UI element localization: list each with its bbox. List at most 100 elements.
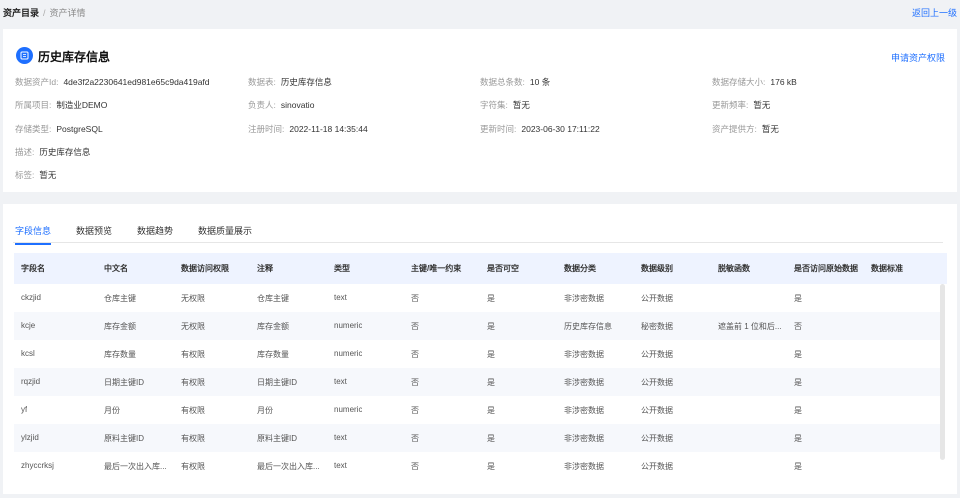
- column-header: 是否可空: [487, 264, 519, 273]
- field-size: 数据存储大小: 176 kB: [712, 76, 797, 88]
- cell-data-level: 公开数据: [641, 462, 673, 471]
- cell-primary-key: 否: [411, 406, 419, 415]
- cell-data-category: 非涉密数据: [564, 378, 604, 387]
- cell-type: numeric: [334, 321, 363, 330]
- field-value: 2022-11-18 14:35:44: [289, 124, 368, 134]
- cell-data-level: 公开数据: [641, 378, 673, 387]
- cell-field-name: zhyccrksj: [21, 461, 54, 470]
- cell-data-category: 历史库存信息: [564, 322, 612, 331]
- cell-access-permission: 无权限: [181, 294, 205, 303]
- field-value: PostgreSQL: [56, 124, 103, 134]
- tab-data-preview[interactable]: 数据预览: [76, 224, 112, 243]
- field-label: 数据存储大小:: [712, 77, 766, 87]
- cell-nullable: 是: [487, 462, 495, 471]
- field-value: 历史库存信息: [280, 77, 332, 87]
- cell-raw-access: 是: [794, 406, 802, 415]
- cell-nullable: 是: [487, 434, 495, 443]
- cell-primary-key: 否: [411, 322, 419, 331]
- table-row[interactable]: zhyccrksj 最后一次出入库... 有权限 最后一次出入库... text 否 是 非涉…: [14, 452, 940, 480]
- cell-type: text: [334, 293, 347, 302]
- field-label: 所属项目:: [15, 100, 52, 110]
- field-value: 暂无: [512, 100, 530, 110]
- cell-raw-access: 是: [794, 294, 802, 303]
- table-row[interactable]: kcsl 库存数量 有权限 库存数量 numeric 否 是 非涉密数据 公开数据 是: [14, 340, 940, 368]
- cell-type: text: [334, 461, 347, 470]
- breadcrumb-current: 资产详情: [49, 8, 86, 18]
- tab-data-quality[interactable]: 数据质量展示: [198, 224, 252, 243]
- cell-comment: 最后一次出入库...: [257, 462, 320, 471]
- table-scrollbar[interactable]: [940, 284, 945, 460]
- tab-data-trend[interactable]: 数据趋势: [137, 224, 173, 243]
- cell-comment: 原料主键ID: [257, 434, 297, 443]
- column-header: 数据访问权限: [181, 264, 229, 273]
- cell-data-level: 公开数据: [641, 294, 673, 303]
- column-header: 数据标准: [871, 264, 903, 273]
- field-label: 资产提供方:: [712, 124, 757, 134]
- table-row[interactable]: yf 月份 有权限 月份 numeric 否 是 非涉密数据 公开数据 是: [14, 396, 940, 424]
- field-owner: 负责人: sinovatio: [248, 99, 314, 111]
- field-table: 数据表: 历史库存信息: [248, 76, 332, 88]
- cell-comment: 库存数量: [257, 350, 289, 359]
- column-header: 数据分类: [564, 264, 596, 273]
- field-provider: 资产提供方: 暂无: [712, 123, 779, 135]
- field-label: 负责人:: [248, 100, 276, 110]
- cell-type: text: [334, 377, 347, 386]
- cell-chinese-name: 原料主键ID: [104, 434, 144, 443]
- field-label: 标签:: [15, 170, 35, 180]
- cell-access-permission: 有权限: [181, 350, 205, 359]
- column-header: 是否访问原始数据: [794, 264, 858, 273]
- field-value: 制造业DEMO: [56, 100, 108, 110]
- back-link[interactable]: 返回上一级: [912, 6, 957, 19]
- field-charset: 字符集: 暂无: [480, 99, 530, 111]
- cell-data-level: 公开数据: [641, 406, 673, 415]
- field-value: sinovatio: [280, 100, 315, 110]
- field-updated: 更新时间: 2023-06-30 17:11:22: [480, 123, 600, 135]
- table-row[interactable]: kcje 库存金额 无权限 库存金额 numeric 否 是 历史库存信息 秘密数据 遮盖前 1 …: [14, 312, 940, 340]
- field-label: 数据总条数:: [480, 77, 525, 87]
- cell-comment: 库存金额: [257, 322, 289, 331]
- field-value: 2023-06-30 17:11:22: [521, 124, 600, 134]
- field-project: 所属项目: 制造业DEMO: [15, 99, 107, 111]
- cell-field-name: ckzjid: [21, 293, 42, 302]
- table-row[interactable]: ckzjid 仓库主键 无权限 仓库主键 text 否 是 非涉密数据 公开数据 是: [14, 284, 940, 312]
- cell-field-name: kcsl: [21, 349, 35, 358]
- cell-chinese-name: 日期主键ID: [104, 378, 144, 387]
- tab-field-info[interactable]: 字段信息: [15, 224, 52, 245]
- column-header: 注释: [257, 264, 273, 273]
- cell-field-name: rqzjid: [21, 377, 41, 386]
- field-label: 存储类型:: [15, 124, 52, 134]
- field-asset-id: 数据资产Id: 4de3f2a2230641ed981e65c9da419afd: [15, 76, 210, 88]
- cell-raw-access: 是: [794, 462, 802, 471]
- table-row[interactable]: rqzjid 日期主键ID 有权限 日期主键ID text 否 是 非涉密数据 公开数据 是: [14, 368, 940, 396]
- cell-primary-key: 否: [411, 350, 419, 359]
- cell-chinese-name: 库存数量: [104, 350, 136, 359]
- column-header: 中文名: [104, 264, 128, 273]
- cell-data-category: 非涉密数据: [564, 294, 604, 303]
- table-icon: [16, 47, 33, 64]
- breadcrumb-asset-catalog[interactable]: 资产目录: [3, 8, 39, 18]
- table-row[interactable]: ylzjid 原料主键ID 有权限 原料主键ID text 否 是 非涉密数据 公开数据 是: [14, 424, 940, 452]
- field-label: 数据表:: [248, 77, 276, 87]
- breadcrumb: 资产目录 / 资产详情: [3, 6, 86, 19]
- cell-access-permission: 有权限: [181, 406, 205, 415]
- column-header: 主键/唯一约束: [411, 264, 462, 273]
- cell-chinese-name: 月份: [104, 406, 120, 415]
- field-frequency: 更新频率: 暂无: [712, 99, 770, 111]
- cell-comment: 月份: [257, 406, 273, 415]
- field-label: 更新时间:: [480, 124, 517, 134]
- breadcrumb-separator: /: [43, 8, 46, 18]
- cell-comment: 日期主键ID: [257, 378, 297, 387]
- apply-permission-link[interactable]: 申请资产权限: [891, 51, 945, 64]
- field-value: 10 条: [529, 77, 551, 87]
- field-tags: 标签: 暂无: [15, 169, 56, 181]
- cell-raw-access: 是: [794, 434, 802, 443]
- cell-chinese-name: 库存金额: [104, 322, 136, 331]
- cell-field-name: yf: [21, 405, 28, 414]
- asset-title: 历史库存信息: [38, 50, 111, 64]
- asset-info-panel: 历史库存信息 申请资产权限 数据资产Id: 4de3f2a2230641ed981…: [3, 29, 957, 192]
- cell-masking-function: 遮盖前 1 位和后...: [718, 322, 782, 331]
- cell-comment: 仓库主键: [257, 294, 289, 303]
- cell-data-category: 非涉密数据: [564, 434, 604, 443]
- field-value: 4de3f2a2230641ed981e65c9da419afd: [63, 77, 210, 87]
- field-label: 更新频率:: [712, 100, 749, 110]
